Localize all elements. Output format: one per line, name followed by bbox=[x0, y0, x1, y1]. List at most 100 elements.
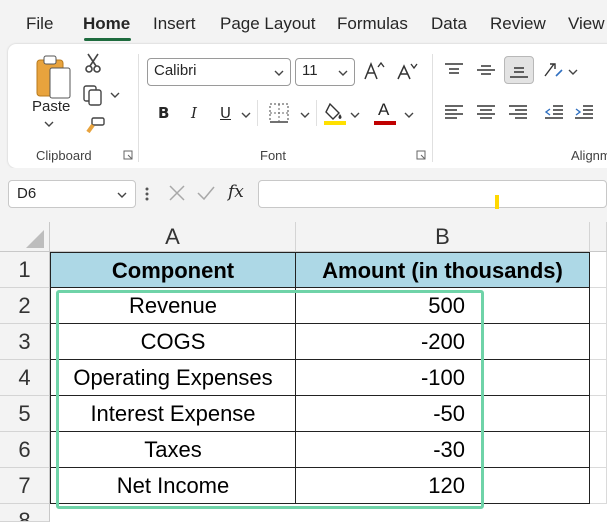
row-header[interactable]: 1 bbox=[0, 252, 50, 288]
align-right-icon[interactable] bbox=[508, 104, 528, 122]
bottom-align-icon bbox=[510, 67, 528, 78]
table-cell-amount[interactable]: -100 bbox=[296, 360, 590, 396]
column-header-c[interactable] bbox=[590, 222, 607, 252]
chevron-down-icon bbox=[274, 70, 284, 76]
bottom-align-button[interactable] bbox=[504, 56, 534, 84]
column-header-b[interactable]: B bbox=[296, 222, 590, 252]
row-header[interactable]: 3 bbox=[0, 324, 50, 360]
cell-c7[interactable] bbox=[590, 468, 607, 504]
cell-c1[interactable] bbox=[590, 252, 607, 288]
format-painter-icon[interactable] bbox=[84, 116, 106, 136]
table-cell-amount[interactable]: -50 bbox=[296, 396, 590, 432]
orientation-icon[interactable] bbox=[542, 60, 564, 80]
name-box[interactable]: D6 bbox=[8, 180, 136, 208]
copy-chevron-down-icon[interactable] bbox=[110, 91, 120, 99]
row-header[interactable]: 7 bbox=[0, 468, 50, 504]
paste-icon[interactable] bbox=[34, 54, 74, 102]
tab-formulas[interactable]: Formulas bbox=[337, 14, 408, 34]
cell-c6[interactable] bbox=[590, 432, 607, 468]
copy-icon[interactable] bbox=[82, 84, 104, 106]
row-header[interactable]: 4 bbox=[0, 360, 50, 396]
cell-c4[interactable] bbox=[590, 360, 607, 396]
table-cell-component[interactable]: Taxes bbox=[50, 432, 296, 468]
cut-icon[interactable] bbox=[84, 52, 102, 74]
spreadsheet-grid: A B 1 2 3 4 5 6 7 8 Component Amount (in… bbox=[0, 222, 607, 522]
increase-font-size-icon[interactable] bbox=[363, 61, 385, 81]
chevron-down-icon bbox=[117, 192, 127, 198]
tab-page-layout[interactable]: Page Layout bbox=[220, 14, 315, 34]
insert-function-button[interactable]: fx bbox=[228, 182, 244, 202]
cell-a1-component-header[interactable]: Component bbox=[50, 252, 296, 288]
align-left-icon[interactable] bbox=[444, 104, 464, 122]
italic-button[interactable]: I bbox=[191, 104, 197, 122]
cursor-marker bbox=[495, 195, 499, 209]
font-name-value: Calibri bbox=[154, 62, 197, 79]
formula-input[interactable] bbox=[258, 180, 607, 208]
fill-color-chevron-down-icon[interactable] bbox=[350, 111, 360, 119]
underline-button[interactable]: U bbox=[220, 104, 231, 122]
table-cell-component[interactable]: Revenue bbox=[50, 288, 296, 324]
middle-align-icon[interactable] bbox=[476, 62, 496, 78]
tab-file[interactable]: File bbox=[26, 14, 53, 34]
font-group-label: Font bbox=[260, 148, 287, 163]
select-all-triangle-icon bbox=[26, 230, 44, 248]
tab-data[interactable]: Data bbox=[431, 14, 467, 34]
table-cell-component[interactable]: Operating Expenses bbox=[50, 360, 296, 396]
cell-c5[interactable] bbox=[590, 396, 607, 432]
active-tab-indicator bbox=[84, 38, 131, 41]
table-cell-amount[interactable]: 500 bbox=[296, 288, 590, 324]
cancel-icon[interactable] bbox=[168, 184, 186, 202]
paste-chevron-down-icon[interactable] bbox=[44, 120, 54, 128]
tab-review[interactable]: Review bbox=[490, 14, 546, 34]
font-color-button[interactable]: A bbox=[378, 100, 389, 120]
font-dialog-launcher-icon[interactable] bbox=[416, 150, 426, 160]
decrease-font-size-icon[interactable] bbox=[396, 61, 418, 81]
formula-bar: D6 fx bbox=[0, 168, 607, 222]
ribbon: Paste Clipboard Calibri 11 B I U A Font … bbox=[8, 44, 607, 168]
paste-button[interactable]: Paste bbox=[32, 98, 70, 115]
tab-home[interactable]: Home bbox=[83, 14, 130, 34]
separator bbox=[432, 54, 433, 162]
clipboard-dialog-launcher-icon[interactable] bbox=[123, 150, 133, 160]
cell-c2[interactable] bbox=[590, 288, 607, 324]
column-header-a[interactable]: A bbox=[50, 222, 296, 252]
increase-indent-icon[interactable] bbox=[574, 104, 594, 122]
center-icon[interactable] bbox=[476, 104, 496, 122]
font-size-dropdown[interactable]: 11 bbox=[295, 58, 355, 86]
tab-insert[interactable]: Insert bbox=[153, 14, 196, 34]
separator bbox=[316, 100, 317, 126]
row-header[interactable]: 6 bbox=[0, 432, 50, 468]
underline-chevron-down-icon[interactable] bbox=[241, 111, 251, 119]
bold-button[interactable]: B bbox=[158, 104, 169, 122]
tab-view[interactable]: View bbox=[568, 14, 605, 34]
row-header[interactable]: 8 bbox=[0, 504, 50, 522]
borders-chevron-down-icon[interactable] bbox=[300, 111, 310, 119]
clipboard-group-label: Clipboard bbox=[36, 148, 92, 163]
table-cell-amount[interactable]: -200 bbox=[296, 324, 590, 360]
separator bbox=[138, 54, 139, 162]
cell-b1-amount-header[interactable]: Amount (in thousands) bbox=[296, 252, 590, 288]
table-cell-amount[interactable]: -30 bbox=[296, 432, 590, 468]
decrease-indent-icon[interactable] bbox=[544, 104, 564, 122]
table-cell-component[interactable]: Interest Expense bbox=[50, 396, 296, 432]
orientation-chevron-down-icon[interactable] bbox=[568, 68, 578, 76]
alignment-group-label: Alignm bbox=[571, 148, 607, 163]
table-cell-component[interactable]: Net Income bbox=[50, 468, 296, 504]
font-name-dropdown[interactable]: Calibri bbox=[147, 58, 291, 86]
font-color-swatch bbox=[374, 121, 396, 125]
more-options-icon[interactable] bbox=[144, 186, 150, 202]
top-align-icon[interactable] bbox=[444, 62, 464, 78]
separator bbox=[257, 100, 258, 126]
enter-check-icon[interactable] bbox=[196, 184, 216, 202]
borders-icon[interactable] bbox=[268, 102, 290, 124]
row-header[interactable]: 5 bbox=[0, 396, 50, 432]
table-cell-component[interactable]: COGS bbox=[50, 324, 296, 360]
font-size-value: 11 bbox=[302, 62, 318, 79]
select-all-corner[interactable] bbox=[0, 222, 50, 252]
row-header[interactable]: 2 bbox=[0, 288, 50, 324]
table-cell-amount[interactable]: 120 bbox=[296, 468, 590, 504]
fill-color-icon[interactable] bbox=[324, 100, 346, 126]
font-color-chevron-down-icon[interactable] bbox=[404, 111, 414, 119]
cell-c3[interactable] bbox=[590, 324, 607, 360]
menu-bar: File Home Insert Page Layout Formulas Da… bbox=[0, 0, 607, 44]
